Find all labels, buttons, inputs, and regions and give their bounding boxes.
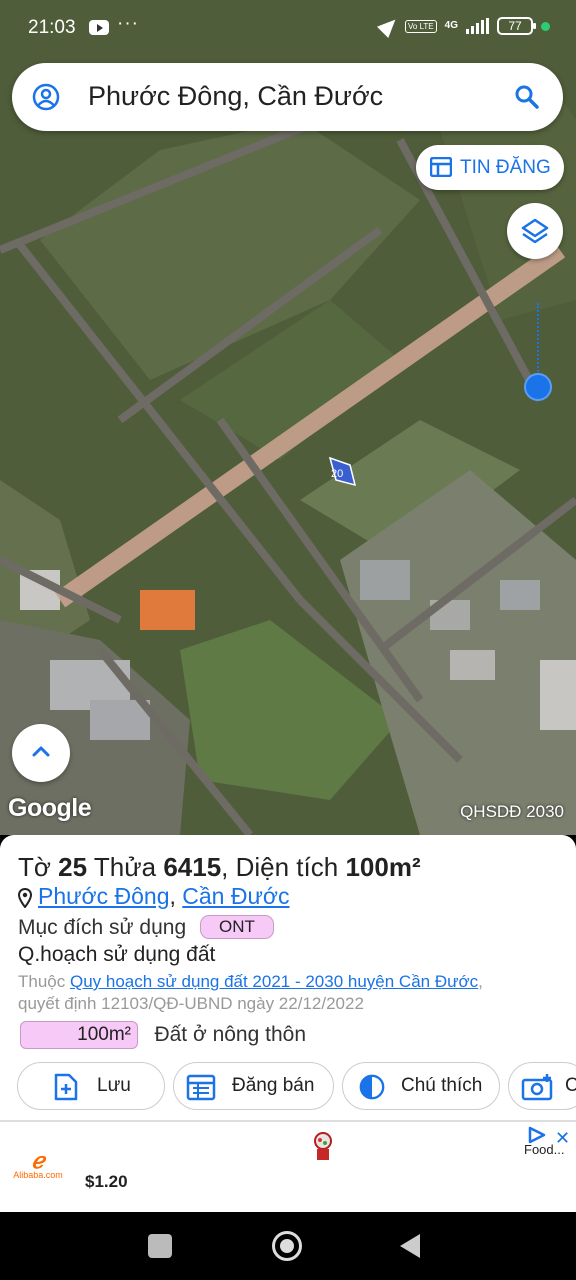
listings-label: TIN ĐĂNG — [460, 157, 551, 178]
calendar-icon — [186, 1074, 216, 1101]
status-bar: 21:03 ··· Vo LTE 4G 77 — [0, 0, 576, 58]
search-bar[interactable]: Phước Đông, Cần Đước — [12, 63, 563, 131]
parcel-number-label: 20 — [331, 468, 343, 480]
location-heading-line — [537, 303, 539, 375]
add-photo-icon — [521, 1074, 553, 1101]
plan-link[interactable]: Quy hoạch sử dụng đất 2021 - 2030 huyện … — [70, 972, 478, 991]
save-label: Lưu — [97, 1075, 131, 1096]
plan-land-type: Đất ở nông thôn — [154, 1023, 306, 1046]
youtube-icon — [89, 20, 109, 35]
ad-price: $1.20 — [85, 1172, 128, 1191]
action-buttons: Lưu Đăng bán Chú thích C — [17, 1062, 576, 1110]
home-button[interactable] — [272, 1231, 302, 1261]
plan-heading: Q.hoạch sử dụng đất — [18, 943, 216, 966]
layers-icon — [521, 218, 549, 244]
location-pin-icon — [18, 887, 32, 908]
parcel-info-panel: Tờ 25 Thửa 6415, Diện tích 100m² Phước Đ… — [0, 835, 576, 1120]
parcel-number: 6415 — [163, 852, 222, 882]
belongs-prefix: Thuộc — [18, 972, 66, 991]
save-button[interactable]: Lưu — [17, 1062, 165, 1110]
system-nav-bar — [0, 1212, 576, 1280]
map-view[interactable]: 20 21:03 ··· Vo LTE 4G 77 Phước Đông, Cầ… — [0, 0, 576, 835]
land-use-purpose: Mục đích sử dụng ONT — [18, 915, 274, 940]
google-logo: Google — [8, 794, 92, 822]
parcel-title: Tờ 25 Thửa 6415, Diện tích 100m² — [18, 852, 421, 883]
battery-icon: 77 — [497, 17, 536, 35]
add-photo-label: C — [565, 1075, 576, 1096]
area-prefix: , Diện tích — [221, 852, 339, 882]
alibaba-logo-mark: ℯ — [31, 1148, 45, 1173]
plan-source: Thuộc Quy hoạch sử dụng đất 2021 - 2030 … — [18, 972, 483, 1013]
parcel-address: Phước Đông, Cần Đước — [18, 883, 289, 910]
sheet-number: 25 — [58, 852, 88, 882]
sheet-prefix: Tờ — [18, 852, 51, 882]
legend-button[interactable]: Chú thích — [342, 1062, 500, 1110]
parcel-prefix: Thửa — [93, 852, 157, 882]
ad-brand: Alibaba.com — [13, 1170, 63, 1180]
decision-text: quyết định 12103/QĐ-UBND ngày 22/12/2022 — [18, 994, 364, 1013]
chevron-up-icon — [32, 746, 50, 757]
contrast-icon — [359, 1074, 385, 1100]
legend-label: Chú thích — [401, 1075, 483, 1096]
map-layer-label: QHSDĐ 2030 — [460, 802, 564, 821]
area-value: 100m² — [345, 852, 421, 882]
recents-button[interactable] — [148, 1234, 172, 1258]
add-document-icon — [54, 1073, 78, 1101]
location-arrow-icon — [376, 13, 402, 39]
commune-link[interactable]: Phước Đông — [38, 883, 170, 909]
gumball-machine-icon — [314, 1132, 332, 1160]
search-icon[interactable] — [513, 83, 541, 111]
purpose-label: Mục đích sử dụng — [18, 916, 187, 939]
ad-banner[interactable]: ℯ Alibaba.com $1.20 ✕ Food... — [0, 1120, 576, 1212]
address-separator: , — [169, 883, 183, 909]
signal-icon — [466, 18, 489, 34]
district-link[interactable]: Cần Đước — [182, 883, 289, 909]
plan-area-row: 100m² Đất ở nông thôn — [20, 1021, 306, 1049]
expand-panel-button[interactable] — [12, 724, 70, 782]
layers-button[interactable] — [507, 203, 563, 259]
more-notifications-icon: ··· — [117, 13, 139, 34]
post-sale-button[interactable]: Đăng bán — [173, 1062, 334, 1110]
alibaba-logo: ℯ Alibaba.com — [8, 1148, 68, 1181]
ad-advertiser: Food... — [524, 1142, 565, 1157]
purpose-code-badge: ONT — [200, 915, 274, 939]
account-icon[interactable] — [32, 83, 60, 111]
privacy-indicator-dot — [541, 21, 550, 31]
clock: 21:03 — [28, 17, 76, 38]
search-input[interactable]: Phước Đông, Cần Đước — [88, 81, 383, 112]
plan-area-swatch: 100m² — [20, 1021, 138, 1049]
volte-icon: Vo LTE — [405, 19, 437, 33]
add-photo-button[interactable]: C — [508, 1062, 576, 1110]
back-button[interactable] — [400, 1234, 420, 1258]
listings-button[interactable]: TIN ĐĂNG — [416, 145, 564, 190]
listing-icon — [430, 157, 452, 177]
my-location-marker[interactable] — [524, 373, 552, 401]
network-type: 4G — [444, 20, 458, 31]
post-sale-label: Đăng bán — [232, 1075, 315, 1096]
